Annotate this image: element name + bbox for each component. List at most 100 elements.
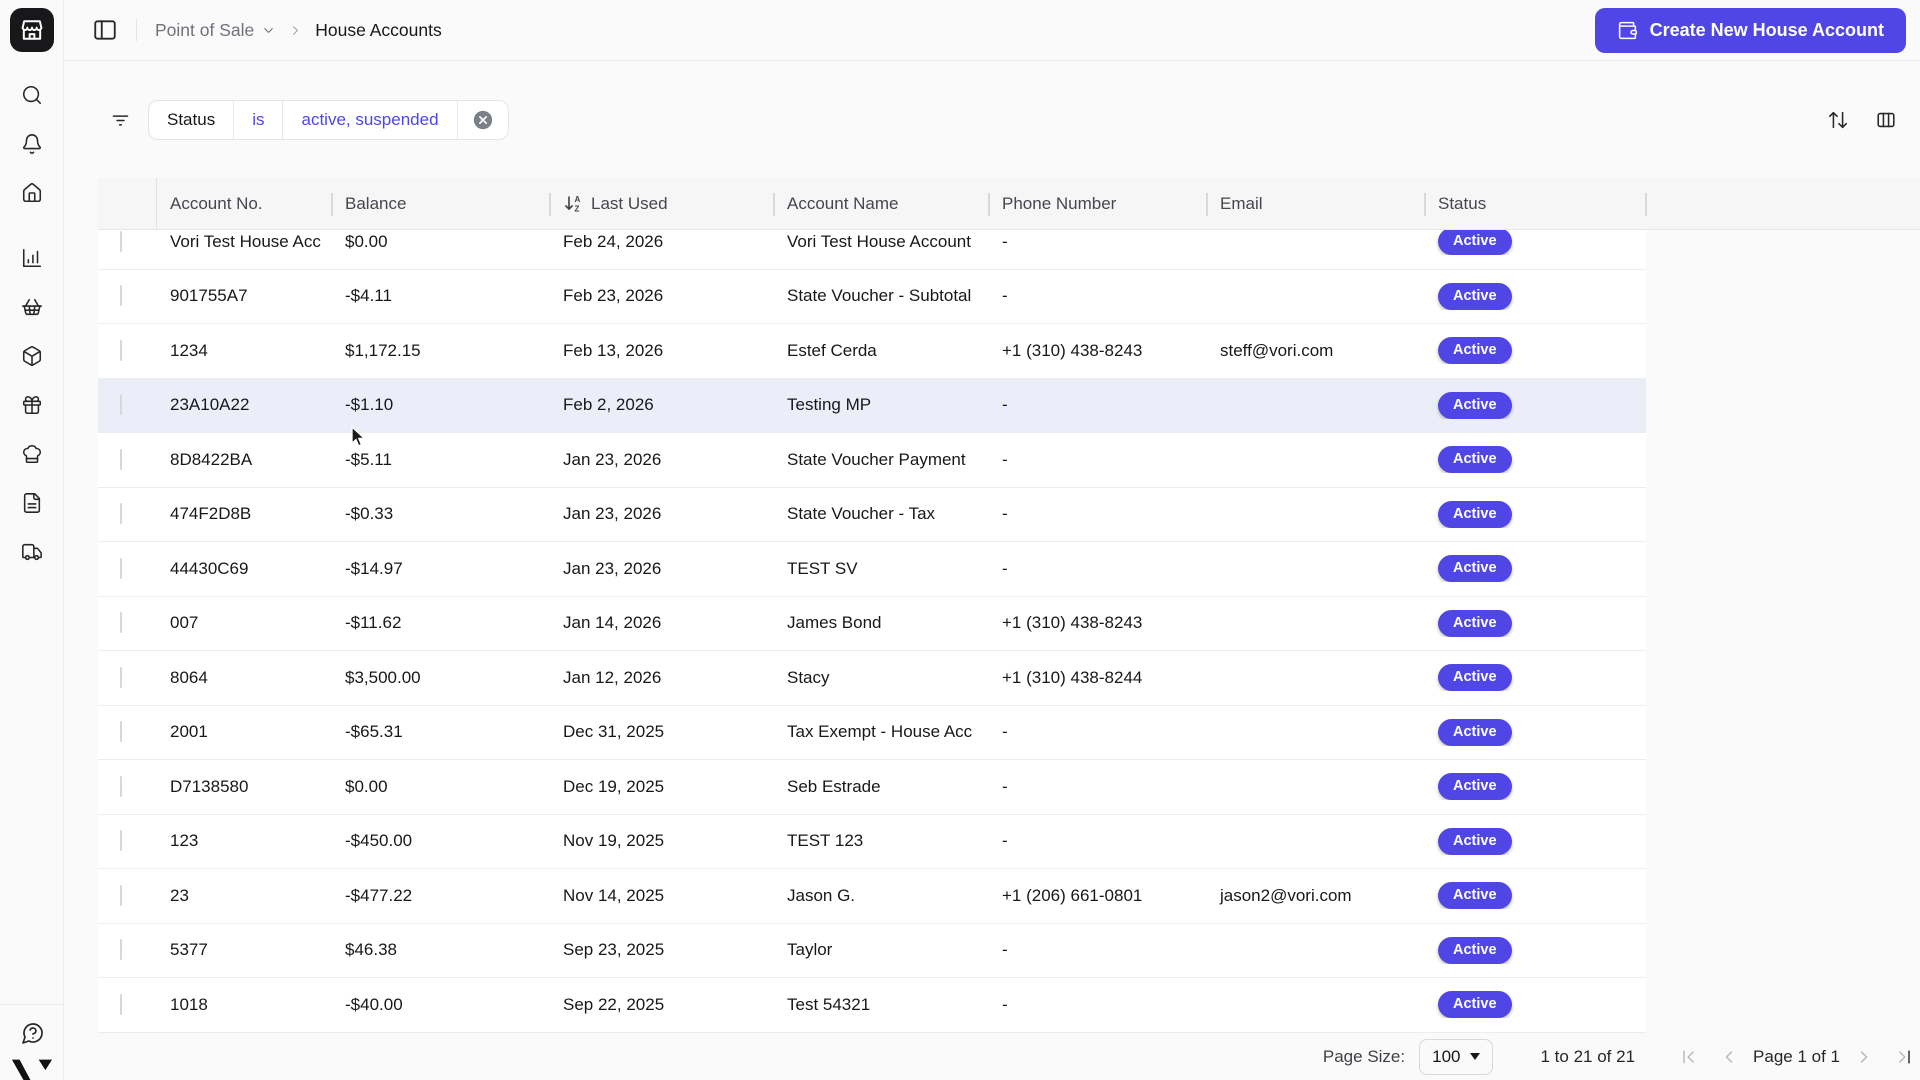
filter-remove-button[interactable] [457,101,508,139]
table-row[interactable]: 1018 -$40.00 Sep 22, 2025 Test 54321 - A… [98,978,1646,1033]
row-checkbox[interactable] [120,994,122,1015]
filter-field[interactable]: Status [149,101,233,139]
header-cell-account-no[interactable]: Account No. [157,178,332,229]
cell-status: Active [1425,446,1646,473]
row-checkbox[interactable] [120,885,122,906]
row-checkbox[interactable] [120,939,122,960]
table-row[interactable]: 123 -$450.00 Nov 19, 2025 TEST 123 - Act… [98,815,1646,870]
cell-email: jason2@vori.com [1207,886,1425,906]
row-checkbox[interactable] [120,231,122,252]
row-checkbox-cell [98,395,157,415]
row-checkbox[interactable] [120,721,122,742]
row-checkbox-cell [98,777,157,797]
cell-phone: - [989,450,1207,470]
shopping-basket-icon[interactable] [21,296,43,318]
search-icon[interactable] [21,84,43,106]
table-row[interactable]: 901755A7 -$4.11 Feb 23, 2026 State Vouch… [98,270,1646,325]
row-checkbox[interactable] [120,285,122,306]
row-checkbox-cell [98,886,157,906]
cell-status: Active [1425,392,1646,419]
cell-balance: $46.38 [332,940,550,960]
table-row[interactable]: 007 -$11.62 Jan 14, 2026 James Bond +1 (… [98,597,1646,652]
row-checkbox-cell [98,995,157,1015]
filter-operator[interactable]: is [233,101,282,139]
file-text-icon[interactable] [21,492,43,514]
row-checkbox-cell [98,831,157,851]
home-icon[interactable] [21,182,43,204]
dropdown-caret-icon [1470,1053,1480,1060]
filter-value[interactable]: active, suspended [282,101,456,139]
package-icon[interactable] [21,345,43,367]
table-row[interactable]: 8064 $3,500.00 Jan 12, 2026 Stacy +1 (31… [98,651,1646,706]
bar-chart-icon[interactable] [21,247,43,269]
table-row[interactable]: 1234 $1,172.15 Feb 13, 2026 Estef Cerda … [98,324,1646,379]
sort-descending-az-icon: AZ [563,194,583,214]
table-row[interactable]: 44430C69 -$14.97 Jan 23, 2026 TEST SV - … [98,542,1646,597]
table-row[interactable]: 5377 $46.38 Sep 23, 2025 Taylor - Active [98,924,1646,979]
table-row[interactable]: 23 -$477.22 Nov 14, 2025 Jason G. +1 (20… [98,869,1646,924]
row-checkbox[interactable] [120,449,122,470]
table-row[interactable]: 8D8422BA -$5.11 Jan 23, 2026 State Vouch… [98,433,1646,488]
gift-icon[interactable] [21,394,43,416]
page-size-label: Page Size: [1323,1047,1405,1067]
page-size-dropdown[interactable]: 100 [1419,1039,1492,1075]
chef-hat-icon[interactable] [21,443,43,465]
cell-status: Active [1425,664,1646,691]
table-body: Vori Test House Acc $0.00 Feb 24, 2026 V… [98,230,1646,1033]
header-cell-balance[interactable]: Balance [332,178,550,229]
cell-balance: -$5.11 [332,450,550,470]
breadcrumb-parent[interactable]: Point of Sale [155,20,276,41]
cell-account-no: 23 [157,886,332,906]
cell-last-used: Jan 23, 2026 [550,559,774,579]
row-checkbox[interactable] [120,503,122,524]
row-checkbox[interactable] [120,830,122,851]
sort-icon[interactable] [1827,109,1849,131]
cell-account-no: 23A10A22 [157,395,332,415]
header-cell-account-name[interactable]: Account Name [774,178,989,229]
table-row[interactable]: 23A10A22 -$1.10 Feb 2, 2026 Testing MP -… [98,379,1646,434]
header-cell-email[interactable]: Email [1207,178,1425,229]
chevron-down-icon [261,23,276,38]
filter-icon[interactable] [110,110,131,131]
row-checkbox[interactable] [120,340,122,361]
pagination-page: Page 1 of 1 [1753,1047,1840,1067]
columns-icon[interactable] [1875,109,1897,131]
help-icon[interactable] [21,1021,43,1043]
breadcrumb: Point of Sale House Accounts [155,20,442,41]
filter-chip: Status is active, suspended [148,100,509,140]
storefront-icon [18,16,46,44]
row-checkbox[interactable] [120,394,122,415]
cell-phone: - [989,559,1207,579]
table-row[interactable]: 474F2D8B -$0.33 Jan 23, 2026 State Vouch… [98,488,1646,543]
cell-balance: -$65.31 [332,722,550,742]
panel-toggle-icon[interactable] [92,17,118,43]
header-cell-phone[interactable]: Phone Number [989,178,1207,229]
cell-status: Active [1425,230,1646,255]
row-checkbox[interactable] [120,776,122,797]
cell-account-no: 8D8422BA [157,450,332,470]
next-page-icon[interactable] [1854,1047,1874,1067]
cell-phone: +1 (310) 438-8244 [989,668,1207,688]
bell-icon[interactable] [21,133,43,155]
cell-balance: -$1.10 [332,395,550,415]
status-badge: Active [1438,610,1512,637]
previous-page-icon[interactable] [1719,1047,1739,1067]
table-row[interactable]: D7138580 $0.00 Dec 19, 2025 Seb Estrade … [98,760,1646,815]
truck-icon[interactable] [21,541,43,563]
header-cell-status[interactable]: Status [1425,178,1646,229]
cell-account-no: 8064 [157,668,332,688]
row-checkbox[interactable] [120,612,122,633]
table-row[interactable]: 2001 -$65.31 Dec 31, 2025 Tax Exempt - H… [98,706,1646,761]
row-checkbox[interactable] [120,667,122,688]
row-checkbox[interactable] [120,558,122,579]
first-page-icon[interactable] [1679,1047,1699,1067]
create-house-account-button[interactable]: Create New House Account [1595,8,1906,53]
cell-account-name: Testing MP [774,395,989,415]
header-cell-last-used[interactable]: AZ Last Used [550,178,774,229]
cell-account-no: 123 [157,831,332,851]
filter-row: Status is active, suspended [64,100,1920,140]
row-checkbox-cell [98,341,157,361]
app-logo-button[interactable] [10,8,54,52]
pagination-range: 1 to 21 of 21 [1541,1047,1636,1067]
table-row[interactable]: Vori Test House Acc $0.00 Feb 24, 2026 V… [98,230,1646,270]
